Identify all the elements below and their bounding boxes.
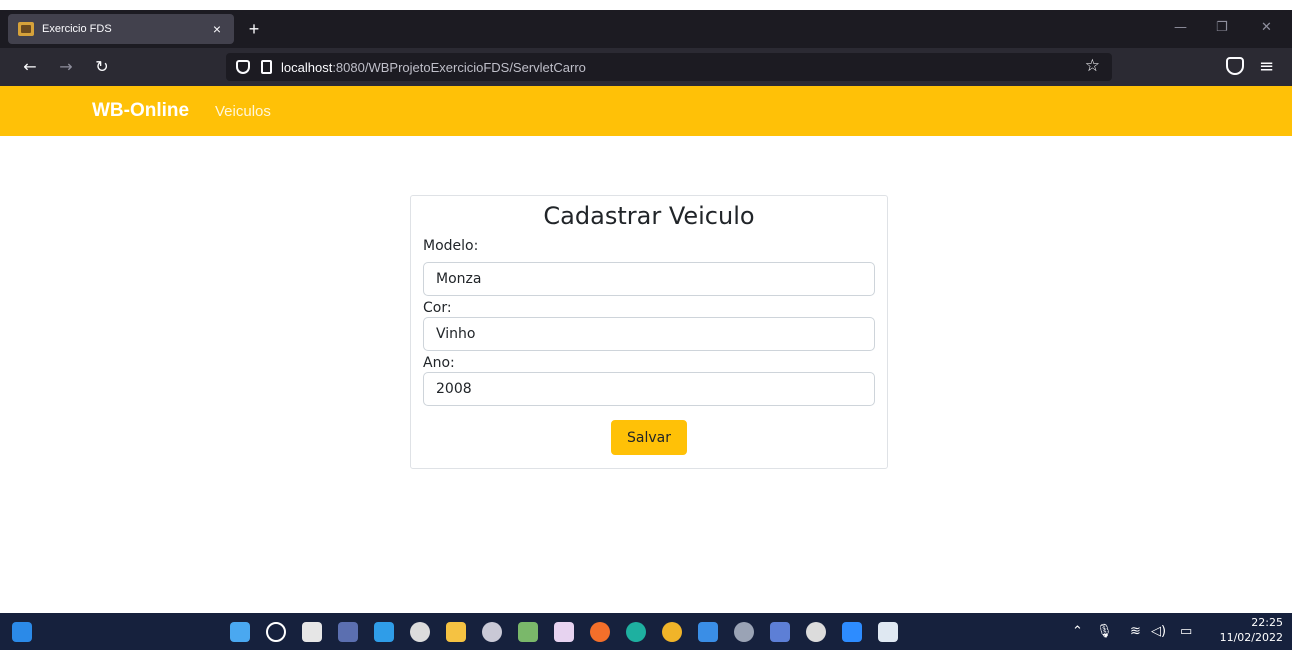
snipping-tool-icon[interactable] — [554, 622, 574, 642]
app-icon[interactable] — [806, 622, 826, 642]
save-button[interactable]: Salvar — [611, 420, 687, 455]
volume-icon[interactable]: ◁) — [1151, 624, 1166, 639]
minimize-icon[interactable]: — — [1174, 20, 1187, 35]
browser-nav-bar: ← → ↻ localhost:8080/WBProjetoExercicioF… — [0, 48, 1292, 86]
paint-icon[interactable] — [518, 622, 538, 642]
file-explorer-icon[interactable] — [446, 622, 466, 642]
settings-icon[interactable] — [734, 622, 754, 642]
zoom-icon[interactable] — [842, 622, 862, 642]
widgets-icon[interactable] — [12, 622, 32, 642]
clock-time: 22:25 — [1251, 616, 1283, 629]
system-clock[interactable]: 22:25 11/02/2022 — [1211, 615, 1283, 645]
ano-label: Ano: — [423, 355, 455, 371]
back-arrow-icon[interactable]: ← — [20, 57, 40, 77]
microphone-icon[interactable]: 🎙 — [1096, 624, 1113, 639]
notepad-icon[interactable] — [878, 622, 898, 642]
battery-icon[interactable]: ▭ — [1180, 624, 1192, 639]
form-title: Cadastrar Veiculo — [543, 202, 755, 230]
vscode-icon[interactable] — [374, 622, 394, 642]
bookmark-star-icon[interactable]: ☆ — [1085, 56, 1100, 76]
search-icon[interactable] — [266, 622, 286, 642]
firefox-icon[interactable] — [590, 622, 610, 642]
modelo-input[interactable] — [423, 262, 875, 296]
app-icon[interactable] — [482, 622, 502, 642]
mail-icon[interactable] — [698, 622, 718, 642]
app-icon[interactable] — [410, 622, 430, 642]
page-info-icon[interactable] — [261, 60, 272, 74]
browser-tab[interactable]: Exercicio FDS × — [8, 14, 234, 44]
cor-label: Cor: — [423, 300, 452, 316]
app-icon[interactable] — [770, 622, 790, 642]
chrome-icon[interactable] — [662, 622, 682, 642]
modelo-label: Modelo: — [423, 238, 479, 254]
new-tab-button[interactable]: + — [243, 18, 265, 40]
shield-icon[interactable] — [236, 60, 250, 74]
ano-input[interactable] — [423, 372, 875, 406]
nav-link-veiculos[interactable]: Veiculos — [215, 103, 271, 120]
favicon-icon — [18, 22, 34, 36]
cor-input[interactable] — [423, 317, 875, 351]
edge-icon[interactable] — [626, 622, 646, 642]
brand-logo[interactable]: WB-Online — [92, 100, 189, 122]
restore-icon[interactable]: ❐ — [1216, 20, 1228, 35]
clock-date: 11/02/2022 — [1219, 631, 1283, 644]
tab-title: Exercicio FDS — [42, 23, 112, 35]
window-close-icon[interactable]: ✕ — [1261, 20, 1272, 35]
reload-icon[interactable]: ↻ — [92, 57, 112, 77]
task-view-icon[interactable] — [302, 622, 322, 642]
pocket-icon[interactable] — [1226, 57, 1244, 75]
app-header: WB-Online Veiculos — [0, 86, 1292, 136]
start-icon[interactable] — [230, 622, 250, 642]
browser-tab-bar: Exercicio FDS × + — ❐ ✕ — [0, 10, 1292, 48]
chevron-up-icon[interactable]: ⌃ — [1072, 624, 1083, 639]
hamburger-menu-icon[interactable]: ≡ — [1259, 56, 1274, 77]
vehicle-form-card: Cadastrar Veiculo Modelo: Cor: Ano: Salv… — [410, 195, 888, 469]
wifi-icon[interactable]: ≋ — [1130, 624, 1141, 639]
screen: Exercicio FDS × + — ❐ ✕ ← → ↻ localhost:… — [0, 0, 1292, 650]
tab-close-icon[interactable]: × — [210, 21, 224, 37]
windows-taskbar: ⌃ 🎙 ≋ ◁) ▭ 22:25 11/02/2022 — [0, 613, 1292, 650]
url-path: :8080/WBProjetoExercicioFDS/ServletCarro — [332, 59, 586, 75]
forward-arrow-icon[interactable]: → — [56, 57, 76, 77]
app-icon[interactable] — [338, 622, 358, 642]
url-host: localhost — [281, 59, 333, 75]
address-bar[interactable]: localhost:8080/WBProjetoExercicioFDS/Ser… — [226, 53, 1112, 81]
